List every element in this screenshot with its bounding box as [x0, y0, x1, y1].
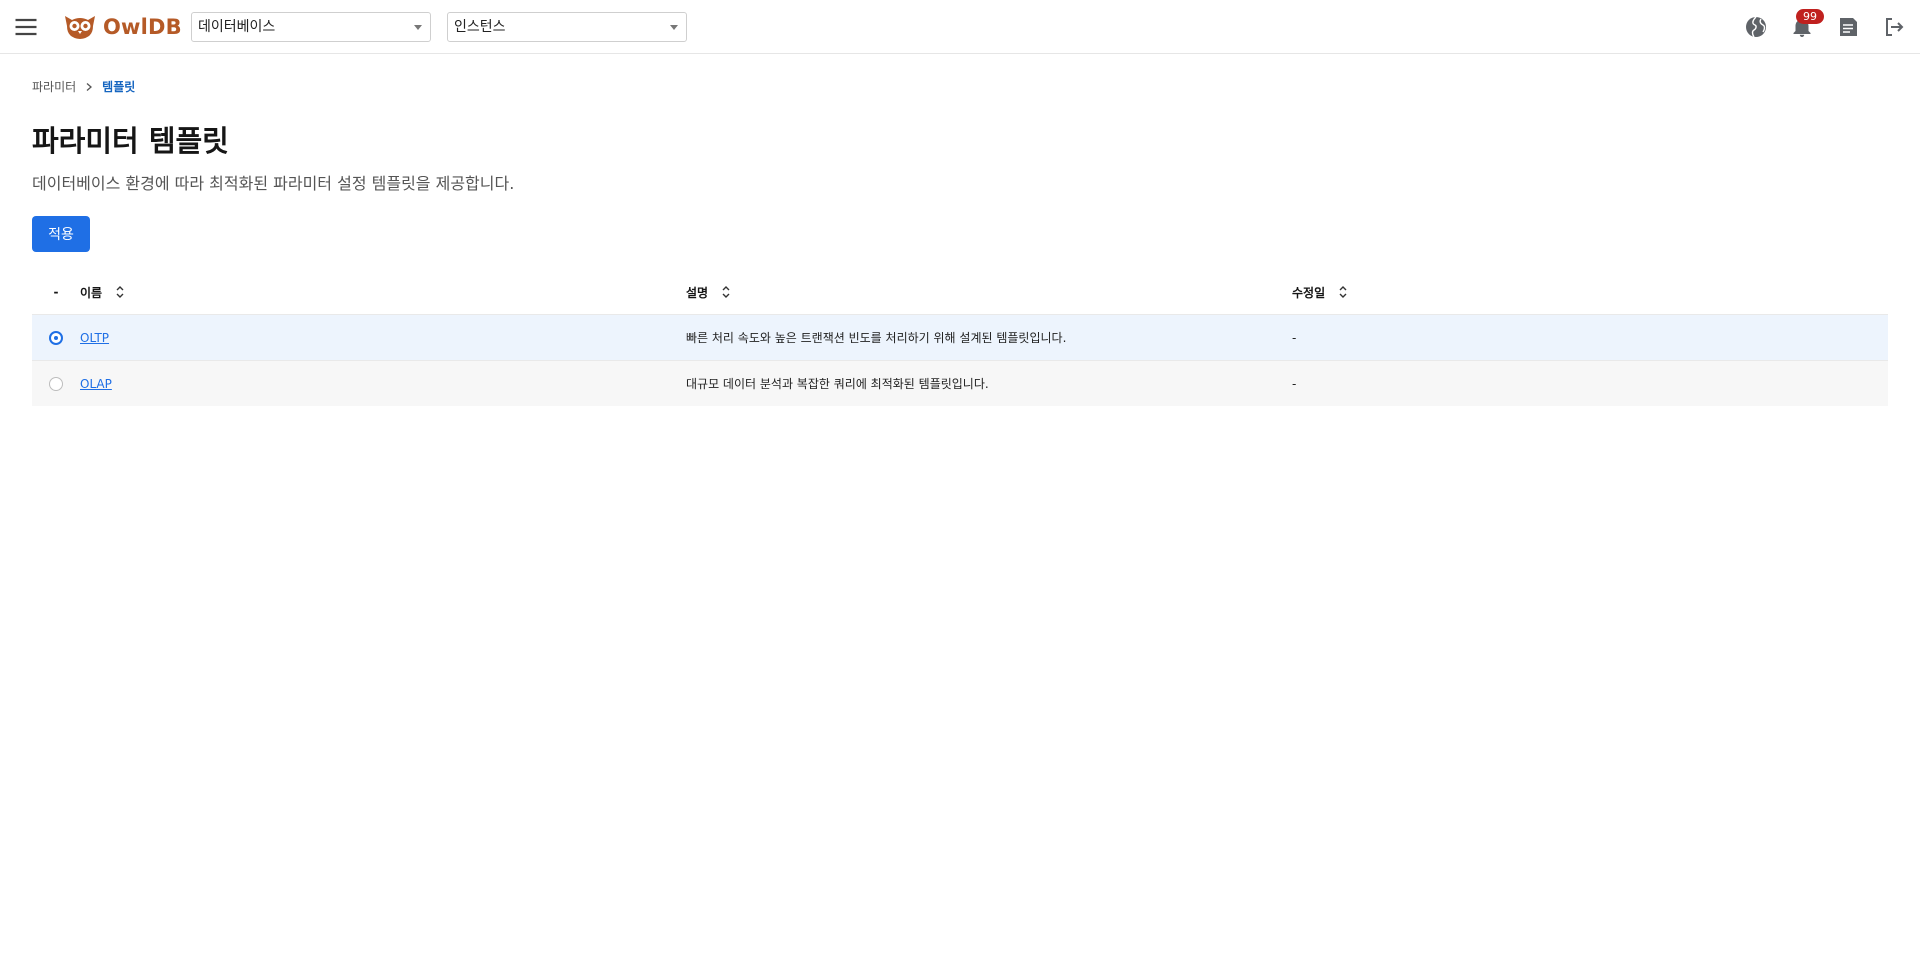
description-cell: 대규모 데이터 분석과 복잡한 쿼리에 최적화된 템플릿입니다. — [686, 377, 989, 391]
instance-select-value: 인스턴스 — [454, 19, 506, 35]
row-radio[interactable] — [49, 376, 63, 391]
chevron-right-icon — [86, 82, 93, 91]
modified-cell: - — [1292, 330, 1297, 345]
template-name-link[interactable]: OLTP — [80, 331, 109, 345]
apply-button[interactable]: 적용 — [32, 216, 90, 252]
name-cell: OLTP — [80, 331, 686, 345]
table-header: - 이름 설명 수정일 — [32, 270, 1888, 314]
breadcrumb-item-parameter[interactable]: 파라미터 — [32, 78, 76, 95]
column-header-modified[interactable]: 수정일 — [1292, 284, 1888, 301]
sort-icon[interactable] — [1337, 284, 1349, 300]
top-header: OwlDB 데이터베이스 인스턴스 99 — [0, 0, 1920, 54]
row-select-cell — [32, 376, 80, 391]
instance-select[interactable]: 인스턴스 — [447, 12, 687, 42]
database-select-value: 데이터베이스 — [198, 19, 276, 35]
template-table: - 이름 설명 수정일 OLTP 빠른 처리 속도와 높은 트랜잭션 빈도를 처… — [32, 270, 1888, 406]
name-cell: OLAP — [80, 377, 686, 391]
table-row[interactable]: OLAP 대규모 데이터 분석과 복잡한 쿼리에 최적화된 템플릿입니다. - — [32, 360, 1888, 406]
app-logo[interactable]: OwlDB — [63, 13, 182, 41]
owl-logo-icon — [65, 16, 95, 39]
sort-icon[interactable] — [720, 284, 732, 300]
page-title: 파라미터 템플릿 — [32, 124, 229, 158]
modified-cell: - — [1292, 376, 1297, 391]
app-name: OwlDB — [103, 15, 182, 39]
table-row[interactable]: OLTP 빠른 처리 속도와 높은 트랜잭션 빈도를 처리하기 위해 설계된 템… — [32, 314, 1888, 360]
column-header-description[interactable]: 설명 — [686, 284, 1292, 301]
column-label-select: - — [53, 285, 59, 299]
column-label-name: 이름 — [80, 285, 103, 300]
template-name-link[interactable]: OLAP — [80, 377, 112, 391]
notification-badge: 99 — [1796, 9, 1824, 24]
column-label-description: 설명 — [686, 285, 709, 300]
column-header-select: - — [32, 285, 80, 299]
description-cell: 빠른 처리 속도와 높은 트랜잭션 빈도를 처리하기 위해 설계된 템플릿입니다… — [686, 331, 1067, 345]
column-label-modified: 수정일 — [1292, 285, 1326, 300]
menu-icon[interactable] — [12, 13, 40, 41]
database-select[interactable]: 데이터베이스 — [191, 12, 431, 42]
row-select-cell — [32, 330, 80, 345]
column-header-name[interactable]: 이름 — [80, 284, 686, 301]
logout-icon[interactable] — [1880, 13, 1908, 41]
caret-down-icon — [670, 25, 678, 30]
breadcrumb: 파라미터 템플릿 — [32, 78, 135, 95]
breadcrumb-item-template: 템플릿 — [102, 80, 136, 94]
globe-icon[interactable] — [1742, 13, 1770, 41]
caret-down-icon — [414, 25, 422, 30]
page-description: 데이터베이스 환경에 따라 최적화된 파라미터 설정 템플릿을 제공합니다. — [32, 174, 515, 193]
sort-icon[interactable] — [114, 284, 126, 300]
document-icon[interactable] — [1834, 13, 1862, 41]
row-radio[interactable] — [49, 330, 63, 345]
